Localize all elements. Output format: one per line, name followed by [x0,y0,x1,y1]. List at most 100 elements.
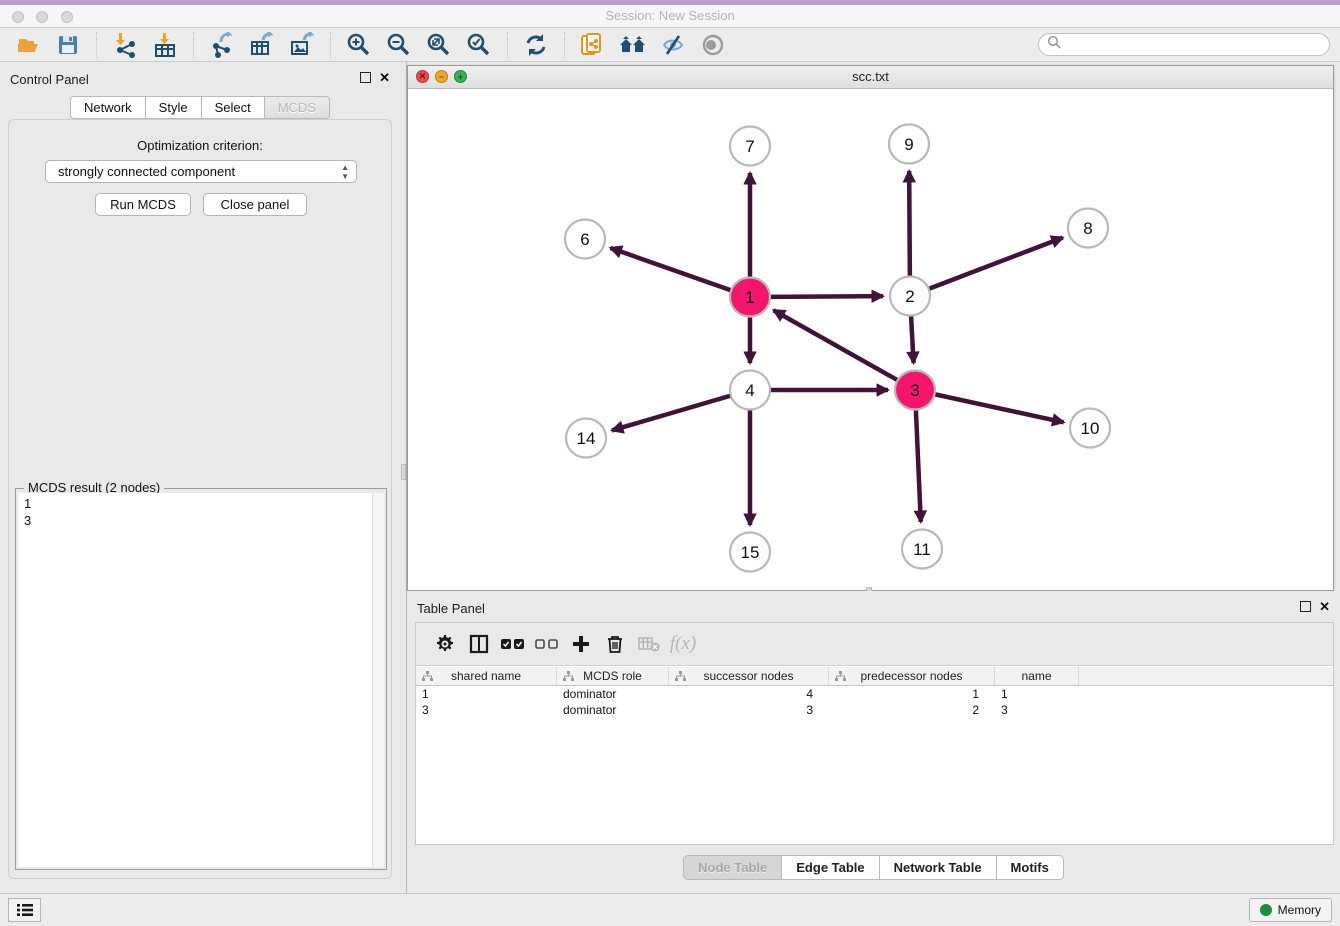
export-network-icon[interactable] [207,30,237,60]
export-table-icon[interactable] [247,30,277,60]
task-history-button[interactable] [8,898,41,922]
zoom-window-button[interactable] [61,11,73,23]
float-panel-icon[interactable] [1300,601,1311,612]
select-all-checkboxes-icon[interactable] [496,629,530,659]
delete-column-icon[interactable] [598,629,632,659]
memory-button[interactable]: Memory [1249,898,1332,922]
node-7[interactable]: 7 [730,127,770,166]
column-header-name[interactable]: name [995,667,1079,685]
result-scrollbar[interactable] [372,493,384,867]
edge-2-3[interactable] [911,316,914,363]
close-panel-icon[interactable]: ✕ [1319,601,1330,612]
edge-3-11[interactable] [916,410,921,522]
add-column-icon[interactable] [564,629,598,659]
cell-shared-name[interactable]: 3 [416,703,557,717]
export-image-icon[interactable] [287,30,317,60]
cell-name[interactable]: 3 [995,703,1079,717]
float-panel-icon[interactable] [360,72,371,83]
save-session-icon[interactable] [53,30,83,60]
column-header-predecessor-nodes[interactable]: predecessor nodes [829,667,995,685]
cell-predecessor-nodes[interactable]: 1 [829,687,995,701]
node-14[interactable]: 14 [566,419,606,458]
edge-3-10[interactable] [935,394,1064,422]
tab-style[interactable]: Style [146,96,202,119]
deselect-all-checkboxes-icon[interactable] [530,629,564,659]
network-window-titlebar[interactable]: ✕ − + scc.txt [408,66,1333,89]
edge-3-1[interactable] [774,310,898,380]
first-neighbors-icon[interactable] [618,30,648,60]
table-panel-tabs: Node TableEdge TableNetwork TableMotifs [407,855,1340,880]
cell-shared-name[interactable]: 1 [416,687,557,701]
tab-select[interactable]: Select [202,96,265,119]
import-network-icon[interactable] [110,30,140,60]
edge-2-8[interactable] [929,238,1063,289]
tab-node-table[interactable]: Node Table [683,855,782,880]
tab-mcds[interactable]: MCDS [265,96,330,119]
zoom-fit-icon[interactable] [424,30,454,60]
cell-successor-nodes[interactable]: 4 [669,687,829,701]
svg-text:15: 15 [741,543,760,562]
node-8[interactable]: 8 [1068,209,1108,248]
search-input[interactable] [1061,38,1329,52]
cell-successor-nodes[interactable]: 3 [669,703,829,717]
gear-icon[interactable] [428,629,462,659]
table-panel: Table Panel ✕ [407,591,1340,893]
zoom-in-icon[interactable] [344,30,374,60]
close-window-button[interactable] [12,11,24,23]
edge-4-14[interactable] [612,396,731,431]
zoom-selected-icon[interactable] [464,30,494,60]
cell-predecessor-nodes[interactable]: 2 [829,703,995,717]
cell-name[interactable]: 1 [995,687,1079,701]
cell-MCDS-role[interactable]: dominator [557,703,669,717]
column-header-MCDS-role[interactable]: MCDS role [557,667,669,685]
split-columns-icon[interactable] [462,629,496,659]
zoom-out-icon[interactable] [384,30,414,60]
open-session-icon[interactable] [13,30,43,60]
table-toolbar: f(x) [416,623,1333,666]
optimization-criterion-select[interactable]: strongly connected component ▲▼ [45,160,357,183]
delete-table-icon[interactable] [632,629,666,659]
edge-2-9[interactable] [909,171,910,276]
tab-network[interactable]: Network [70,96,146,119]
function-builder-icon[interactable]: f(x) [666,629,700,659]
import-table-icon[interactable] [150,30,180,60]
node-6[interactable]: 6 [565,220,605,259]
network-canvas[interactable]: 7 9 6 8 1 2 4 3 14 10 15 11 [408,89,1333,590]
vertical-splitter[interactable] [400,62,407,893]
node-1[interactable]: 1 [730,278,770,317]
tab-network-table[interactable]: Network Table [880,855,997,880]
network-maximize-icon[interactable]: + [454,70,467,83]
table-row[interactable]: 3dominator323 [416,702,1333,718]
node-15[interactable]: 15 [730,533,770,572]
refresh-view-icon[interactable] [521,30,551,60]
column-header-shared-name[interactable]: shared name [416,667,557,685]
show-graphics-details-icon[interactable] [698,30,728,60]
node-3[interactable]: 3 [895,371,935,410]
node-11[interactable]: 11 [902,530,942,569]
toolbar-separator [330,32,331,58]
table-row[interactable]: 1dominator411 [416,686,1333,702]
hide-graphics-details-icon[interactable] [658,30,688,60]
app-title: Session: New Session [0,5,1340,27]
node-9[interactable]: 9 [889,125,929,164]
edge-1-2[interactable] [770,296,883,297]
mcds-result-text[interactable]: 1 3 [18,493,384,867]
search-field[interactable] [1038,33,1330,56]
network-close-icon[interactable]: ✕ [416,70,429,83]
tab-motifs[interactable]: Motifs [997,855,1064,880]
edge-1-6[interactable] [610,248,731,290]
node-10[interactable]: 10 [1070,409,1110,448]
duplicate-network-icon[interactable] [578,30,608,60]
minimize-window-button[interactable] [36,11,48,23]
column-header-successor-nodes[interactable]: successor nodes [669,667,829,685]
cell-MCDS-role[interactable]: dominator [557,687,669,701]
optimization-criterion-label: Optimization criterion: [9,138,391,153]
close-panel-icon[interactable]: ✕ [379,72,390,83]
network-minimize-icon[interactable]: − [435,70,448,83]
tab-edge-table[interactable]: Edge Table [782,855,879,880]
run-mcds-button[interactable]: Run MCDS [95,193,191,216]
splitter-handle[interactable] [401,464,406,480]
close-panel-button[interactable]: Close panel [203,193,307,216]
node-2[interactable]: 2 [890,277,930,316]
node-4[interactable]: 4 [730,371,770,410]
